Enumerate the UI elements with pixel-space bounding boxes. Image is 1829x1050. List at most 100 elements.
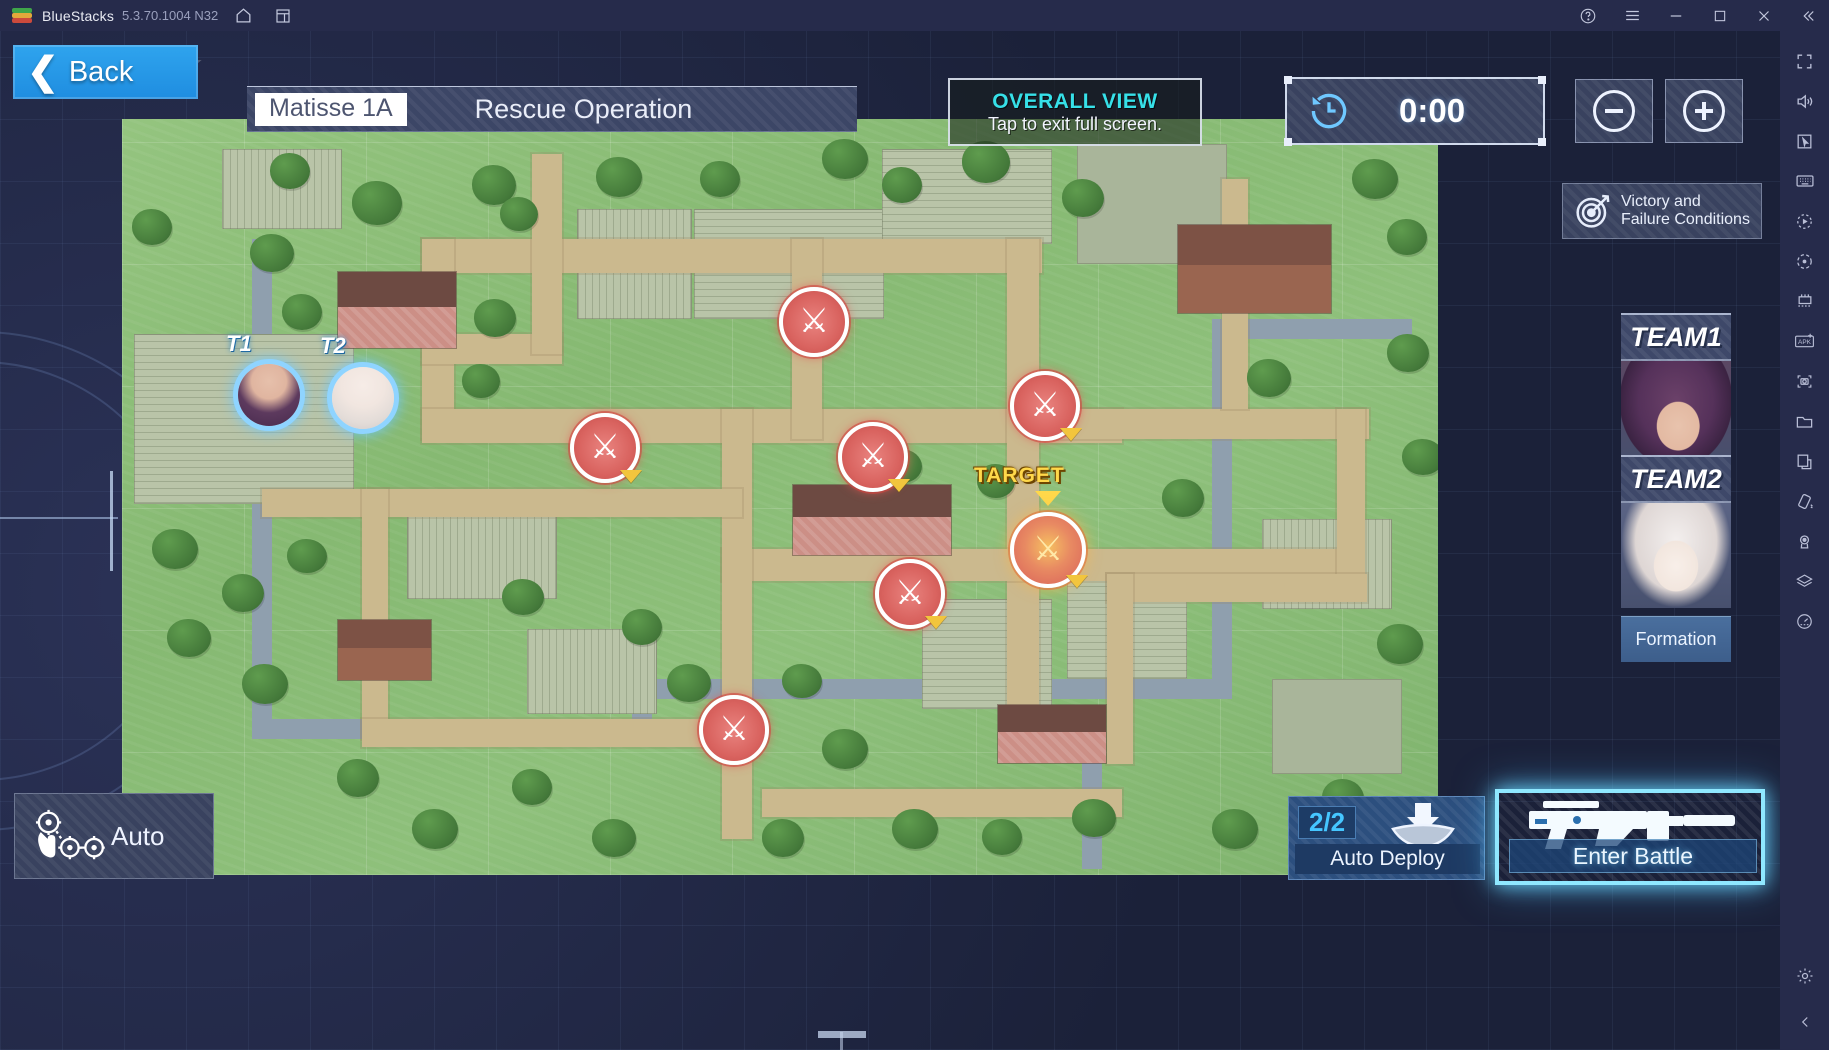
tactical-map[interactable]: T1 T2 ⚔ ⚔ ⚔ ⚔ TARGET ⚔ ⚔ ⚔: [122, 119, 1438, 875]
enemy-marker[interactable]: ⚔: [875, 559, 947, 629]
tree: [1062, 179, 1104, 217]
shake-icon[interactable]: [1788, 481, 1822, 521]
tree: [1352, 159, 1398, 199]
tree: [962, 141, 1010, 183]
rank-chevron-icon: [1066, 575, 1088, 588]
team-portrait-2[interactable]: [1621, 503, 1731, 608]
tree: [1402, 439, 1438, 475]
game-viewport[interactable]: T1 T2 ⚔ ⚔ ⚔ ⚔ TARGET ⚔ ⚔ ⚔ ❮ Back Matiss…: [0, 31, 1780, 1050]
gear-icon[interactable]: [1788, 956, 1822, 996]
tree: [1387, 219, 1427, 255]
team-panel: TEAM1: [1621, 313, 1731, 466]
victory-conditions-button[interactable]: Victory and Failure Conditions: [1562, 183, 1762, 239]
enemy-marker[interactable]: ⚔: [838, 422, 910, 492]
crossed-swords-icon: ⚔: [1032, 530, 1064, 568]
bluestacks-window: BlueStacks 5.3.70.1004 N32 T1 T2 ⚔ ⚔ ⚔ ⚔…: [0, 0, 1829, 1050]
enter-battle-button[interactable]: Enter Battle: [1495, 789, 1765, 885]
minimize-icon[interactable]: [1661, 1, 1691, 31]
auto-deploy-button[interactable]: 2/2 Auto Deploy: [1288, 796, 1485, 880]
crossed-swords-icon: ⚔: [1029, 386, 1061, 424]
unit-marker-t2[interactable]: [327, 362, 399, 434]
tree: [822, 139, 868, 179]
auto-button[interactable]: Auto: [14, 793, 214, 879]
road-segment: [1107, 574, 1367, 602]
tree: [596, 157, 642, 197]
victory-conditions-line1: Victory and: [1621, 192, 1701, 210]
page-title: Rescue Operation: [474, 93, 693, 124]
mission-header: Matisse 1A Rescue Operation: [247, 86, 857, 132]
plus-icon: [1683, 90, 1725, 132]
enemy-marker[interactable]: ⚔: [699, 695, 769, 765]
keyboard-icon[interactable]: [1788, 161, 1822, 201]
road-segment: [1107, 574, 1133, 764]
formation-label: Formation: [1635, 629, 1717, 649]
tree: [222, 574, 264, 612]
cursor-icon[interactable]: [1788, 121, 1822, 161]
home-icon[interactable]: [228, 1, 258, 31]
enemy-marker[interactable]: ⚔: [779, 287, 849, 357]
stage-code: Matisse 1A: [255, 92, 407, 126]
rank-chevron-icon: [925, 616, 947, 629]
bottom-tick-bar: [840, 1032, 843, 1050]
fullscreen-icon[interactable]: [1788, 41, 1822, 81]
enemy-marker[interactable]: ⚔: [570, 413, 642, 483]
team-portrait-1[interactable]: [1621, 361, 1731, 466]
building: [337, 619, 432, 681]
tree: [287, 539, 327, 573]
tree: [892, 809, 938, 849]
overall-view-banner[interactable]: OVERALL VIEW Tap to exit full screen.: [948, 78, 1202, 146]
crossed-swords-icon: ⚔: [894, 574, 926, 612]
team-name-1: TEAM1: [1630, 321, 1722, 352]
enemy-marker-target[interactable]: ⚔: [1010, 512, 1088, 588]
tree: [667, 664, 711, 702]
crossed-swords-icon: ⚔: [718, 710, 750, 748]
tree: [412, 809, 458, 849]
left-tick-mark: [0, 517, 118, 519]
multi-instance-icon[interactable]: [268, 1, 298, 31]
maximize-icon[interactable]: [1705, 1, 1735, 31]
formation-button[interactable]: Formation: [1621, 616, 1731, 662]
zoom-in-button[interactable]: [1665, 79, 1743, 143]
tree: [512, 769, 552, 805]
collapse-icon[interactable]: [1788, 1002, 1822, 1042]
record-icon[interactable]: [1788, 201, 1822, 241]
crossed-swords-icon: ⚔: [857, 437, 889, 475]
app-name: BlueStacks: [42, 7, 115, 24]
tree: [1162, 479, 1204, 517]
back-button[interactable]: ❮ Back: [13, 45, 198, 99]
team-header-2: TEAM2: [1621, 455, 1731, 503]
menu-icon[interactable]: [1617, 1, 1647, 31]
tree: [167, 619, 211, 657]
install-apk-icon[interactable]: APK: [1788, 321, 1822, 361]
unit-marker-t1[interactable]: [233, 359, 305, 431]
speedometer-icon[interactable]: [1788, 601, 1822, 641]
victory-conditions-line2: Failure Conditions: [1621, 211, 1750, 228]
building: [337, 271, 457, 349]
window-titlebar: BlueStacks 5.3.70.1004 N32: [0, 0, 1829, 31]
macro-icon[interactable]: [1788, 281, 1822, 321]
screenshot-icon[interactable]: [1788, 361, 1822, 401]
tree: [1072, 799, 1116, 837]
overall-view-title: OVERALL VIEW: [992, 89, 1158, 113]
folder-icon[interactable]: [1788, 401, 1822, 441]
collapse-rail-icon[interactable]: [1793, 1, 1823, 31]
road-segment: [362, 489, 388, 739]
tree: [502, 579, 544, 615]
tree: [762, 819, 804, 857]
tree: [982, 819, 1022, 855]
team-header-1: TEAM1: [1621, 313, 1731, 361]
close-icon[interactable]: [1749, 1, 1779, 31]
help-icon[interactable]: [1573, 1, 1603, 31]
rank-chevron-icon: [1060, 428, 1082, 441]
avatar: [332, 367, 394, 429]
location-icon[interactable]: [1788, 521, 1822, 561]
crossed-swords-icon: ⚔: [798, 302, 830, 340]
zoom-out-button[interactable]: [1575, 79, 1653, 143]
deploy-count-badge: 2/2: [1298, 806, 1357, 839]
layers-icon[interactable]: [1788, 561, 1822, 601]
copy-icon[interactable]: [1788, 441, 1822, 481]
volume-icon[interactable]: [1788, 81, 1822, 121]
history-clock-icon: [1307, 89, 1351, 133]
rotate-icon[interactable]: [1788, 241, 1822, 281]
enemy-marker[interactable]: ⚔: [1010, 371, 1082, 441]
